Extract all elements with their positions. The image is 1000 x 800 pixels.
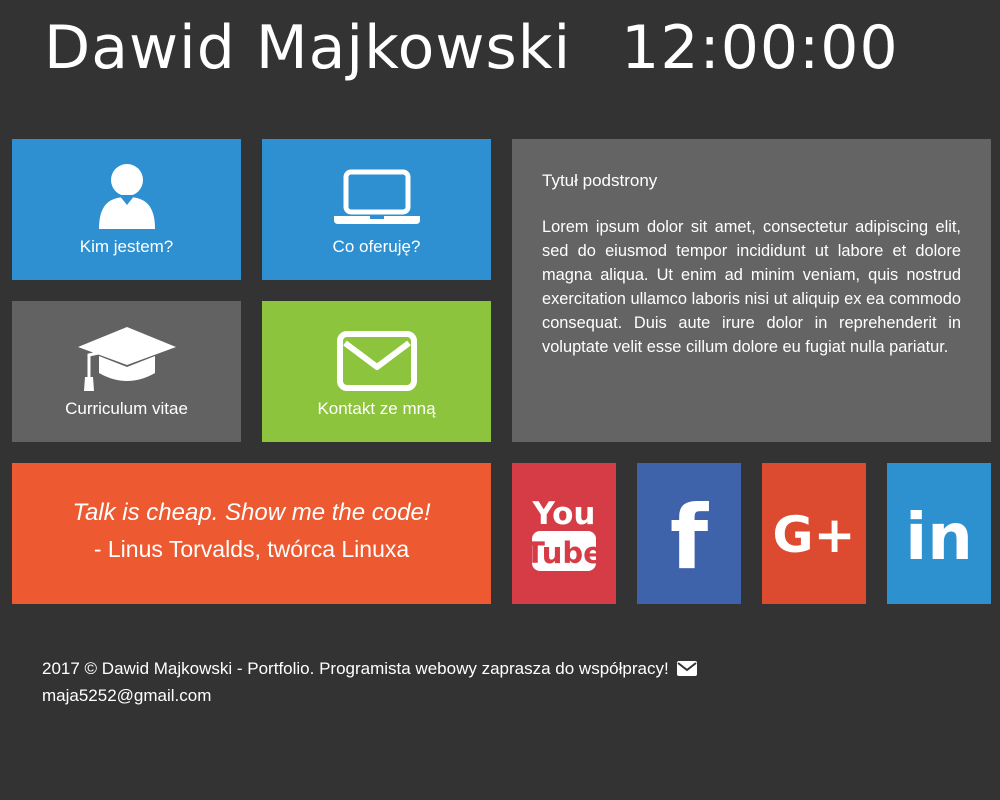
clock: 12:00:00	[621, 13, 899, 83]
tile-about-me[interactable]: Kim jestem?	[12, 139, 241, 280]
facebook-icon: f	[670, 494, 710, 574]
site-owner-name: Dawid Majkowski	[44, 13, 572, 83]
youtube-label-top: You	[532, 496, 596, 532]
user-icon	[12, 161, 241, 231]
laptop-icon	[262, 169, 491, 225]
subpage-body: Lorem ipsum dolor sit amet, consectetur …	[542, 218, 961, 356]
envelope-icon	[262, 331, 491, 391]
tile-offer[interactable]: Co oferuję?	[262, 139, 491, 280]
tile-label: Kim jestem?	[79, 237, 174, 256]
google-plus-label: G+	[773, 506, 856, 564]
youtube-icon: You Tube	[531, 496, 597, 571]
youtube-link[interactable]: You Tube	[512, 463, 616, 604]
google-plus-icon: G+	[773, 506, 856, 564]
footer-email-link[interactable]: maja5252@gmail.com	[42, 686, 211, 705]
quote-tile: Talk is cheap. Show me the code! - Linus…	[12, 463, 491, 604]
tile-contact[interactable]: Kontakt ze mną	[262, 301, 491, 442]
linkedin-link[interactable]: in	[887, 463, 991, 604]
tile-label: Co oferuję?	[332, 237, 421, 256]
tile-curriculum-vitae[interactable]: Curriculum vitae	[12, 301, 241, 442]
page-header: Dawid Majkowski 12:00:00	[44, 12, 899, 84]
facebook-link[interactable]: f	[637, 463, 741, 604]
tile-label: Kontakt ze mną	[317, 399, 436, 418]
page: Dawid Majkowski 12:00:00 Kim jestem? Co o…	[0, 0, 1000, 800]
footer-text: 2017 © Dawid Majkowski - Portfolio. Prog…	[42, 659, 669, 678]
facebook-label: f	[670, 494, 710, 574]
youtube-label-bottom: Tube	[531, 536, 597, 570]
google-plus-link[interactable]: G+	[762, 463, 866, 604]
quote-text: Talk is cheap. Show me the code!	[72, 499, 431, 526]
linkedin-icon: in	[905, 501, 973, 569]
graduation-cap-icon	[12, 325, 241, 393]
subpage-title: Tytuł podstrony	[542, 171, 658, 190]
envelope-icon	[676, 658, 697, 683]
tile-label: Curriculum vitae	[65, 399, 188, 418]
footer: 2017 © Dawid Majkowski - Portfolio. Prog…	[42, 656, 697, 708]
linkedin-label: in	[905, 501, 973, 569]
quote-author: - Linus Torvalds, twórca Linuxa	[93, 536, 410, 562]
content-panel: Tytuł podstrony Lorem ipsum dolor sit am…	[512, 139, 991, 442]
